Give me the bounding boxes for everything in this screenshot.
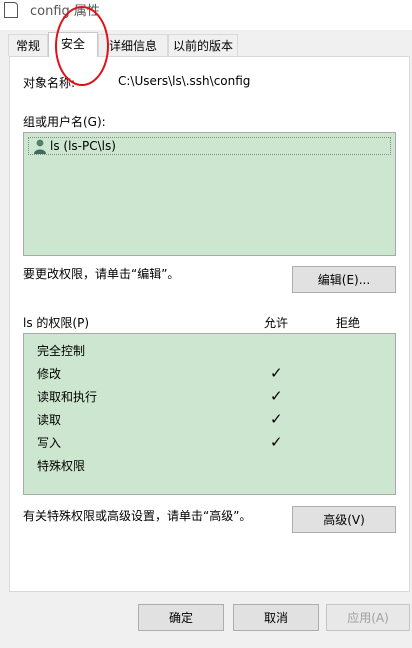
deny-header: 拒绝 bbox=[336, 316, 361, 330]
cancel-button[interactable]: 取消 bbox=[233, 604, 319, 631]
user-name: ls (ls-PC\ls) bbox=[50, 139, 116, 153]
group-user-label: 组或用户名(G): bbox=[23, 115, 106, 129]
tab-details[interactable]: 详细信息 bbox=[98, 34, 168, 56]
advanced-button[interactable]: 高级(V) bbox=[292, 506, 396, 533]
permissions-list: 完全控制 修改 ✓ 读取和执行 ✓ 读取 ✓ 写入 ✓ 特殊权限 bbox=[23, 333, 396, 495]
perm-row: 读取 ✓ bbox=[24, 409, 395, 429]
window-title: config 属性 bbox=[30, 4, 100, 19]
title-bar: config 属性 bbox=[0, 0, 412, 30]
check-icon: ✓ bbox=[270, 364, 283, 382]
perm-name: 读取和执行 bbox=[37, 390, 98, 404]
tab-general[interactable]: 常规 bbox=[8, 34, 48, 56]
perm-name: 特殊权限 bbox=[37, 459, 86, 473]
perm-row: 写入 ✓ bbox=[24, 432, 395, 452]
check-icon: ✓ bbox=[270, 387, 283, 405]
dialog-footer: 确定 取消 应用(A) bbox=[0, 592, 412, 648]
object-name-label: 对象名称: bbox=[23, 76, 76, 90]
tab-strip: 常规 安全 详细信息 以前的版本 bbox=[8, 32, 408, 57]
perm-row: 完全控制 bbox=[24, 340, 395, 360]
perm-name: 完全控制 bbox=[37, 344, 86, 358]
apply-button[interactable]: 应用(A) bbox=[326, 604, 410, 631]
tab-security[interactable]: 安全 bbox=[48, 32, 98, 57]
allow-header: 允许 bbox=[264, 316, 289, 330]
check-icon: ✓ bbox=[270, 410, 283, 428]
ok-button[interactable]: 确定 bbox=[138, 604, 224, 631]
tab-previous-versions[interactable]: 以前的版本 bbox=[168, 34, 238, 56]
user-listbox[interactable]: ls (ls-PC\ls) bbox=[23, 132, 396, 256]
perm-row: 修改 ✓ bbox=[24, 363, 395, 383]
advanced-hint: 有关特殊权限或高级设置，请单击“高级”。 bbox=[23, 509, 252, 523]
list-item-user[interactable]: ls (ls-PC\ls) bbox=[28, 137, 391, 155]
object-name-value: C:\Users\ls\.ssh\config bbox=[118, 74, 251, 88]
perm-row: 特殊权限 bbox=[24, 455, 395, 475]
perm-name: 写入 bbox=[37, 436, 62, 450]
file-icon bbox=[4, 2, 18, 18]
perm-name: 读取 bbox=[37, 413, 62, 427]
user-icon bbox=[34, 139, 46, 154]
edit-button[interactable]: 编辑(E)... bbox=[292, 266, 396, 293]
perm-name: 修改 bbox=[37, 367, 62, 381]
perm-row: 读取和执行 ✓ bbox=[24, 386, 395, 406]
check-icon: ✓ bbox=[270, 433, 283, 451]
permissions-label: ls 的权限(P) bbox=[23, 316, 90, 330]
edit-hint: 要更改权限，请单击“编辑”。 bbox=[23, 267, 180, 281]
